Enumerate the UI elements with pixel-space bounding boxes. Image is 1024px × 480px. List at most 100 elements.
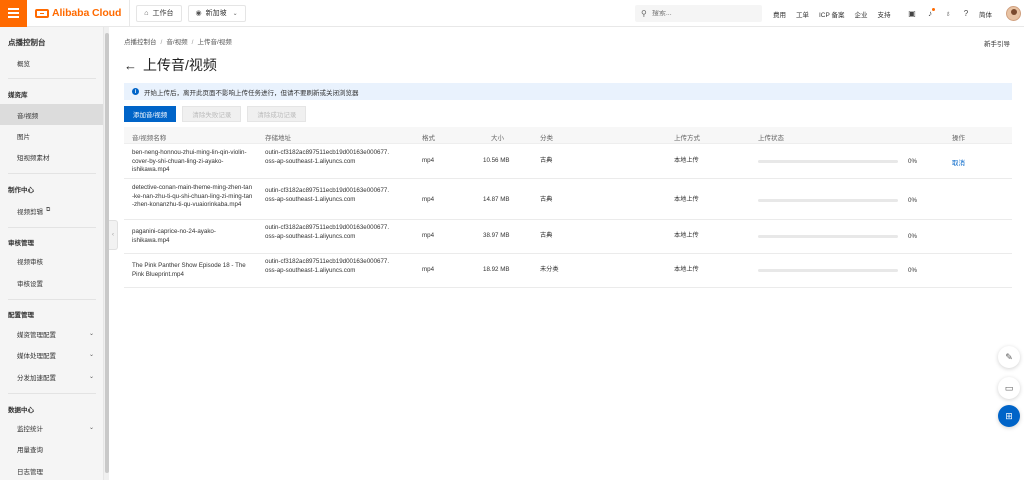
file-format: mp4 [422,232,435,239]
chat-icon: ▭ [1004,382,1014,393]
sidebar-group-config: 配置管理 [8,312,34,319]
home-icon: ⌂ [144,9,149,17]
grid-icon: ⊞ [1005,410,1013,421]
upload-progress-bar [758,160,898,163]
sidebar-group-production: 制作中心 [8,187,34,194]
add-media-button[interactable]: 添加音/视频 [124,106,177,122]
sidebar-item-short-video-assets[interactable]: 短视频素材 [0,146,103,167]
link-tickets[interactable]: 工单 [796,9,809,19]
file-size: 14.87 MB [483,196,510,203]
menu-icon[interactable] [0,0,27,27]
file-name: paganini-caprice-no-24-ayako-ishikawa.mp… [132,228,216,244]
link-support[interactable]: 支持 [878,9,891,19]
info-notice: i 开始上传后，离开此页面不影响上传任务进行，但请不要刷新或关闭浏览器 [124,83,1012,100]
file-size: 10.56 MB [483,157,510,164]
search-input[interactable] [651,10,752,17]
sidebar-item-logs[interactable]: 日志管理 [0,460,103,480]
top-icons: ▣ ♪ ♁ ? 简体 [903,0,1021,27]
link-billing[interactable]: 费用 [773,9,786,19]
file-name: The Pink Panther Show Episode 18 - The P… [132,262,246,278]
progress-percent: 0% [908,233,917,240]
breadcrumb-separator: / [191,39,194,46]
chevron-left-icon: ‹ [112,232,114,238]
top-links: 费用 工单 ICP 备案 企业 支持 [773,0,901,27]
global-search[interactable]: ⚲ [635,5,762,22]
upload-progress-bar [758,235,898,238]
column-header: 操作 [952,135,965,142]
file-format: mp4 [422,196,435,203]
back-arrow-icon[interactable]: ← [124,58,137,73]
collapse-sidebar-handle[interactable]: ‹ [109,220,118,250]
page-title-text: 上传音/视频 [143,57,217,73]
clear-failed-button[interactable]: 清除失败记录 [182,106,242,122]
breadcrumb-item[interactable]: 音/视频 [166,39,187,46]
link-enterprise[interactable]: 企业 [855,9,868,19]
column-header: 音/视频名称 [132,135,167,142]
column-header: 上传方式 [674,135,700,142]
info-icon: i [132,88,139,95]
sidebar-item-media-config[interactable]: 媒资管理配置 ⌄ [0,323,103,344]
sidebar-item-cdn-config[interactable]: 分发加速配置 ⌄ [0,366,103,387]
region-label: 新加坡 [205,10,227,17]
file-name: detective-conan-main-theme-ming-zhen-tan… [132,184,253,208]
sidebar-item-audio-video[interactable]: 音/视频 [0,104,103,125]
clear-success-button[interactable]: 清除成功记录 [247,106,307,122]
beginner-guide-link[interactable]: 新手引导 [984,38,1010,48]
location-icon: ◉ [195,10,202,17]
chat-button[interactable]: ▭ [998,377,1020,399]
column-header: 存储地址 [265,135,291,142]
sidebar-item-images[interactable]: 图片 [0,125,103,146]
breadcrumb-item[interactable]: 点播控制台 [124,39,157,46]
sidebar-item-usage[interactable]: 用量查询 [0,438,103,459]
sidebar-item-video-editing[interactable]: 视频剪辑 ⧉ [0,200,103,221]
upload-progress-bar [758,199,898,202]
breadcrumb-separator: / [160,39,163,46]
apps-button[interactable]: ⊞ [998,405,1020,427]
sidebar-item-overview[interactable]: 概览 [0,52,103,73]
brand-logo[interactable]: Alibaba Cloud [35,0,131,27]
link-icp[interactable]: ICP 备案 [819,9,845,19]
progress-percent: 0% [908,158,917,165]
brand-name: Alibaba Cloud [52,7,122,19]
workbench-label: 工作台 [152,10,174,17]
region-selector[interactable]: ◉ 新加坡 ⌄ [187,4,246,22]
file-category: 古典 [540,157,553,164]
sidebar: 点播控制台 概览 媒资库 音/视频 图片 短视频素材 制作中心 视频剪辑 ⧉ 审核… [0,27,103,480]
chevron-down-icon: ⌄ [88,331,94,337]
notification-bell-icon[interactable]: ♪ [921,8,939,18]
chevron-down-icon: ⌄ [88,374,94,380]
file-format: mp4 [422,157,435,164]
sidebar-item-video-review[interactable]: 视频审核 [0,250,103,271]
file-category: 古典 [540,196,553,203]
upload-progress-bar [758,269,898,272]
help-icon[interactable]: ? [957,9,975,18]
progress-percent: 0% [908,197,917,204]
file-size: 18.92 MB [483,266,510,273]
lightbulb-icon[interactable]: ♁ [939,9,957,18]
table-row: detective-conan-main-theme-ming-zhen-tan… [124,179,1012,220]
progress-percent: 0% [908,267,917,274]
language-label[interactable]: 简体 [979,9,992,19]
page-title: ← 上传音/视频 [124,55,217,75]
upload-method: 本地上传 [674,232,699,239]
breadcrumb: 点播控制台 / 音/视频 / 上传音/视频 [124,36,232,46]
avatar[interactable] [1006,6,1021,21]
file-name: ben-neng-honnou-zhui-ming-lin-qin-violin… [132,149,247,173]
table-row: ben-neng-honnou-zhui-ming-lin-qin-violin… [124,144,1012,179]
cloud-shell-icon[interactable]: ▣ [903,9,921,18]
chevron-down-icon: ⌄ [232,10,238,17]
workbench-button[interactable]: ⌂ 工作台 [136,4,182,22]
sidebar-scrollbar[interactable] [103,27,109,480]
scrollbar-thumb[interactable] [105,33,109,473]
table-row: paganini-caprice-no-24-ayako-ishikawa.mp… [124,220,1012,254]
table-header: 音/视频名称 存储地址 格式 大小 分类 上传方式 上传状态 操作 [124,127,1012,144]
feedback-edit-button[interactable]: ✎ [998,346,1020,368]
file-category: 古典 [540,232,553,239]
storage-address: outin-cf3182ac897511ecb19d00163e000677.o… [265,187,390,203]
chevron-down-icon: ⌄ [88,425,94,431]
upload-method: 本地上传 [674,196,699,203]
cancel-upload-link[interactable]: 取消 [952,157,965,167]
sidebar-item-review-settings[interactable]: 审核设置 [0,272,103,293]
sidebar-item-monitoring[interactable]: 监控统计 ⌄ [0,417,103,438]
sidebar-item-processing-config[interactable]: 媒体处理配置 ⌄ [0,344,103,365]
